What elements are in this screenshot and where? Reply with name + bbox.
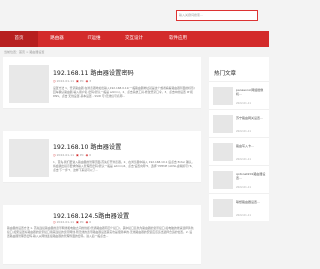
sidebar-item[interactable]: 苏宁路由网关设置... 2022-01-11 — [209, 109, 269, 137]
sidebar-header: 热门文章 — [209, 57, 269, 81]
sidebar-item[interactable]: panasonic网络摄像机... 2022-01-11 — [209, 81, 269, 109]
post-meta: ◷2022-01-11 ▣PC ◉0 — [53, 220, 91, 224]
post-views: 3 — [89, 79, 92, 83]
calendar-icon: ◷ — [53, 153, 56, 157]
sidebar-item-title[interactable]: panasonic网络摄像机... — [236, 88, 266, 96]
tag-icon: ▣ — [75, 79, 79, 83]
sidebar-item[interactable]: 联想路由器设置... 2022-01-11 — [209, 193, 269, 221]
nav-item-it-ops[interactable]: IT运维 — [76, 31, 112, 47]
eye-icon: ◉ — [85, 153, 89, 157]
calendar-icon: ◷ — [53, 79, 56, 83]
sidebar-thumbnail[interactable] — [213, 115, 233, 133]
post-views: 0 — [89, 153, 92, 157]
top-header: 输入关键词搜索... — [0, 0, 269, 31]
sidebar-item-date: 2022-01-11 — [236, 102, 252, 105]
post-card[interactable]: 192.168.11 路由器设置密码 ◷2022-01-11 ▣PC ◉3 设置… — [3, 57, 201, 109]
nav-item-software[interactable]: 软件应用 — [156, 31, 200, 47]
tag-icon: ▣ — [75, 153, 79, 157]
sidebar-item-title[interactable]: 路由写入卡... — [236, 144, 266, 148]
sidebar-item-date: 2022-01-11 — [236, 214, 252, 217]
breadcrumb: 当前位置：首页 > 路由器设置 — [4, 50, 45, 54]
sidebar-thumbnail[interactable] — [213, 199, 233, 217]
sidebar-title: 热门文章 — [214, 71, 237, 77]
post-tag[interactable]: PC — [80, 220, 84, 224]
post-title[interactable]: 192.168.11 路由器设置密码 — [53, 68, 134, 77]
post-date: 2022-01-11 — [56, 220, 75, 224]
post-date: 2022-01-11 — [56, 79, 75, 83]
nav-item-interaction-design[interactable]: 交互设计 — [112, 31, 156, 47]
sidebar-thumbnail[interactable] — [213, 143, 233, 161]
post-excerpt: 设置方法 1、登录路由器:在浏览器地址栏输入192.168.0.11(一般路由器… — [53, 86, 195, 99]
post-date: 2022-01-11 — [56, 153, 75, 157]
calendar-icon: ◷ — [53, 220, 56, 224]
nav-item-router[interactable]: 路由器 — [38, 31, 76, 47]
post-thumbnail[interactable] — [9, 139, 49, 177]
sidebar-item[interactable]: qotonet201路由器设置... 2022-01-11 — [209, 165, 269, 193]
post-card[interactable]: 192.168.124.5路由器设置 ◷2022-01-11 ▣PC ◉0 路由… — [3, 205, 201, 265]
post-tag[interactable]: PC — [80, 153, 84, 157]
post-title[interactable]: 192.168.124.5路由器设置 — [53, 211, 129, 220]
sidebar-item-title[interactable]: qotonet201路由器设置... — [236, 172, 266, 180]
post-excerpt: 路由器的设置方法 1. 首先连接路由器的宽带网线和电脑之间的线缆(普通路由器有四… — [7, 226, 194, 239]
sidebar-item-date: 2022-01-11 — [236, 130, 252, 133]
nav-item-home[interactable]: 首页 — [0, 31, 38, 47]
post-meta: ◷2022-01-11 ▣PC ◉3 — [53, 79, 91, 83]
sidebar-thumbnail[interactable] — [213, 87, 233, 105]
post-title[interactable]: 192.168.10 路由器设置 — [53, 142, 121, 151]
sidebar-item-title[interactable]: 苏宁路由网关设置... — [236, 116, 266, 120]
post-card[interactable]: 192.168.10 路由器设置 ◷2022-01-11 ▣PC ◉0 1、首先… — [3, 131, 201, 183]
sidebar-thumbnail[interactable] — [213, 171, 233, 189]
post-meta: ◷2022-01-11 ▣PC ◉0 — [53, 153, 91, 157]
main-nav: 首页 路由器 IT运维 交互设计 软件应用 — [0, 31, 269, 47]
post-tag[interactable]: PC — [80, 79, 84, 83]
post-views: 0 — [89, 220, 92, 224]
post-excerpt: 1、首先,我们要进入路由器的管理页面,首先打开浏览器。2、在浏览器中输入 192… — [53, 160, 195, 173]
tag-icon: ▣ — [75, 220, 79, 224]
sidebar-item[interactable]: 路由写入卡... 2022-01-11 — [209, 137, 269, 165]
sidebar-item-date: 2022-01-11 — [236, 186, 252, 189]
sidebar-item-date: 2022-01-11 — [236, 158, 252, 161]
eye-icon: ◉ — [85, 220, 89, 224]
search-input[interactable]: 输入关键词搜索... — [176, 10, 258, 21]
post-thumbnail[interactable] — [9, 65, 49, 103]
eye-icon: ◉ — [85, 79, 89, 83]
sidebar-item-title[interactable]: 联想路由器设置... — [236, 200, 266, 204]
